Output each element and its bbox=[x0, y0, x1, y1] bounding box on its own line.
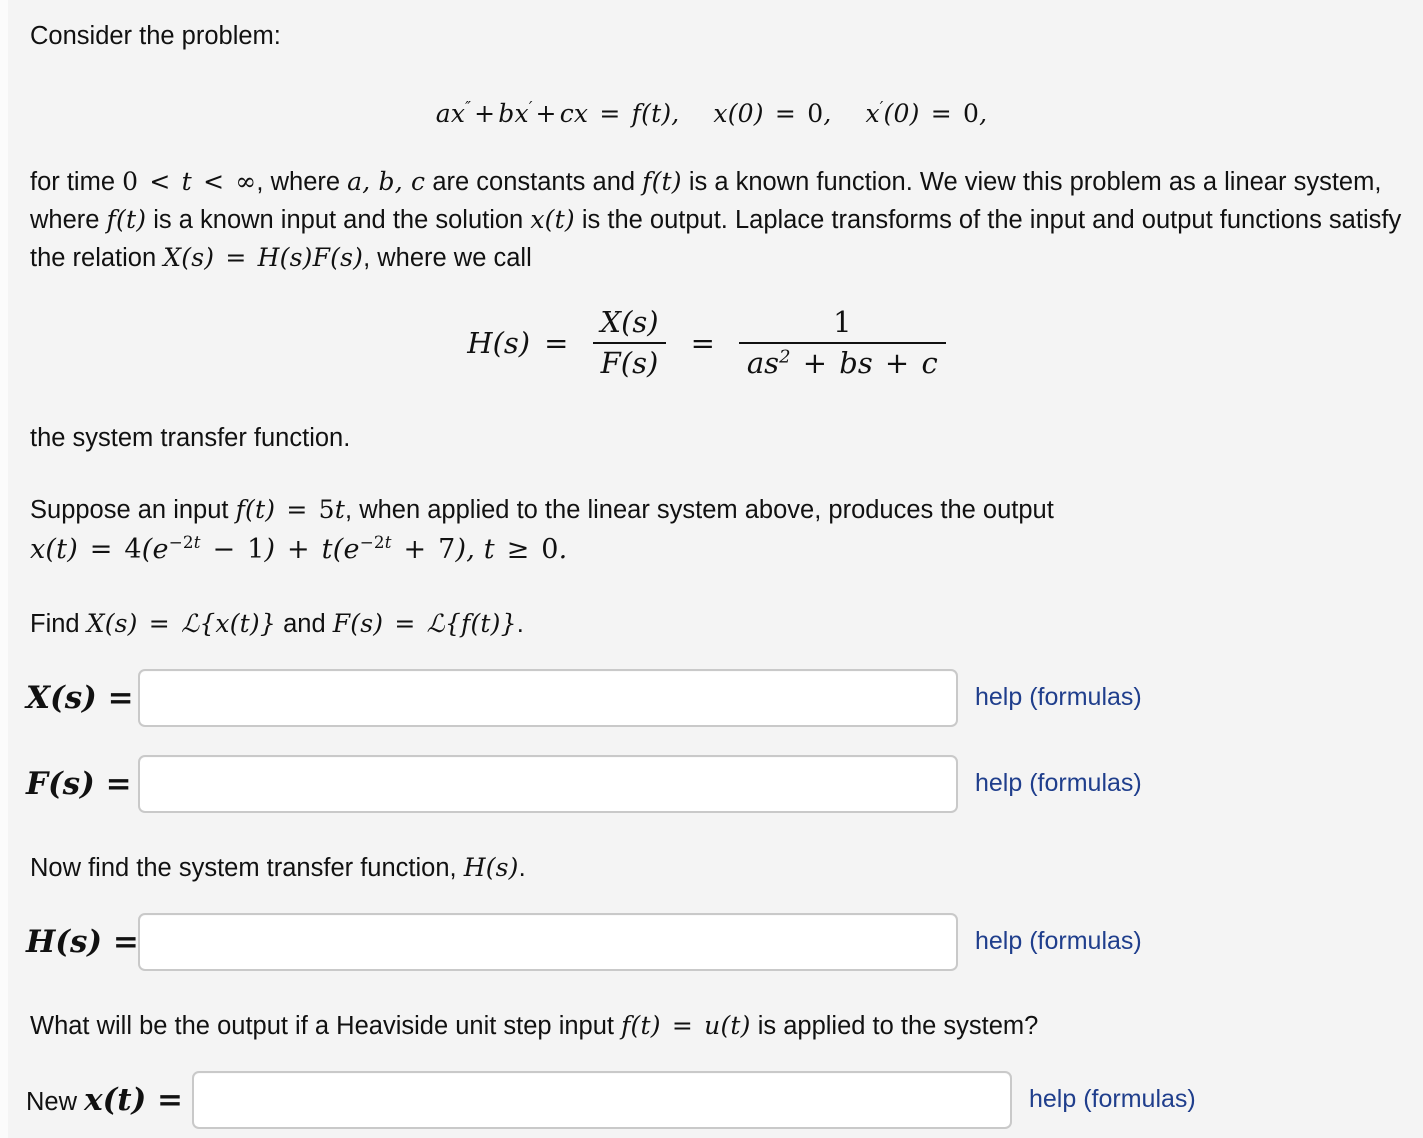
p1-part5: is a known input and the solution bbox=[146, 206, 531, 234]
tf-equals-2: = bbox=[690, 326, 715, 361]
ode-equation: ax″ + bx′ + cx = f(t), x(0) = 0, x′(0) = 0, bbox=[0, 95, 1423, 129]
paragraph-now-find-h: Now find the system transfer function, H… bbox=[0, 849, 1423, 887]
paragraph-output-equation: x(t) = 4(e−2t − 1) + t(e−2t + 7), t ≥ 0. bbox=[0, 531, 1423, 569]
p3-part2: , when applied to the linear system abov… bbox=[345, 495, 1054, 524]
paragraph-find-transforms: Find X(s) = ℒ{x(t)} and F(s) = ℒ{f(t)}. bbox=[0, 605, 1423, 643]
p6-part2: is applied to the system? bbox=[750, 1011, 1039, 1040]
answer-label-x-of-s: X(s) = bbox=[26, 680, 138, 716]
help-link-h-of-s[interactable]: help (formulas) bbox=[975, 927, 1142, 956]
problem-content: Consider the problem: ax″ + bx′ + cx = f(t),… bbox=[0, 0, 1423, 1129]
answer-label-f-of-s: F(s) = bbox=[26, 766, 138, 802]
tf-fraction-2-numerator: 1 bbox=[833, 305, 852, 339]
tf-fraction-1-denominator: F(s) bbox=[592, 341, 667, 380]
p1-known-function: f(t) bbox=[642, 167, 682, 196]
tf-fraction-1-numerator: X(s) bbox=[600, 305, 659, 339]
p4-f-transform: F(s) = ℒ{f(t)} bbox=[332, 608, 517, 638]
lead-label: Consider the problem: bbox=[30, 22, 281, 50]
p3-output-equation: x(t) = 4(e−2t − 1) + t(e−2t + 7), t ≥ 0. bbox=[30, 531, 568, 565]
help-link-f-of-s[interactable]: help (formulas) bbox=[975, 769, 1142, 798]
ode-lhs: ax″ + bx′ + cx = f(t), bbox=[435, 98, 680, 128]
p2-text: the system transfer function. bbox=[30, 423, 351, 452]
answer-label-h-of-s: H(s) = bbox=[26, 923, 139, 960]
transfer-function-equation: H(s) = X(s) F(s) = 1 as2 + bs + c bbox=[0, 305, 1423, 380]
answer-label-x-of-s-text: X(s) = bbox=[26, 679, 134, 716]
answer-label-new-x-of-t-text: x(t) = bbox=[84, 1081, 184, 1118]
answer-label-h-of-s-text: H(s) = bbox=[26, 923, 139, 960]
p1-constants: a, b, c bbox=[347, 167, 426, 196]
lead-text: Consider the problem: bbox=[0, 18, 1423, 55]
answer-row-x-of-s: X(s) = help (formulas) bbox=[0, 668, 1423, 727]
tf-fraction-2: 1 as2 + bs + c bbox=[738, 305, 946, 380]
p4-x-transform: X(s) = ℒ{x(t)} bbox=[86, 608, 276, 638]
ode-ic1: x(0) = 0, bbox=[713, 99, 832, 128]
p1-output-function: x(t) bbox=[530, 205, 575, 234]
p1-part3: are constants and bbox=[425, 168, 643, 196]
p1-part2: , where bbox=[256, 168, 348, 196]
ode-ic2: x′(0) = 0, bbox=[865, 98, 988, 128]
answer-row-f-of-s: F(s) = help (formulas) bbox=[0, 754, 1423, 813]
help-link-new-x-of-t[interactable]: help (formulas) bbox=[1029, 1085, 1196, 1114]
p4-part1: Find bbox=[30, 609, 87, 638]
tf-equals-1: = bbox=[544, 326, 569, 361]
answer-label-new-prefix: New bbox=[26, 1087, 85, 1116]
p3-input: f(t) = 5t bbox=[235, 494, 346, 524]
p1-time-range: 0 < t < ∞ bbox=[122, 167, 257, 196]
answer-label-f-of-s-text: F(s) = bbox=[26, 765, 132, 802]
p6-step-input: f(t) = u(t) bbox=[621, 1010, 751, 1040]
p3-part1: Suppose an input bbox=[30, 495, 236, 524]
input-h-of-s[interactable] bbox=[138, 912, 958, 971]
paragraph-transfer-function-caption: the system transfer function. bbox=[0, 420, 1423, 457]
p4-part2: and bbox=[276, 609, 333, 638]
input-f-of-s[interactable] bbox=[138, 754, 958, 813]
help-link-x-of-s[interactable]: help (formulas) bbox=[975, 683, 1142, 712]
p5-part1: Now find the system transfer function, bbox=[30, 853, 464, 882]
p6-part1: What will be the output if a Heaviside u… bbox=[30, 1011, 622, 1040]
p1-input-function: f(t) bbox=[106, 205, 147, 234]
paragraph-input-output: Suppose an input f(t) = 5t, when applied… bbox=[0, 491, 1423, 529]
paragraph-heaviside-question: What will be the output if a Heaviside u… bbox=[0, 1007, 1423, 1045]
p5-part2: . bbox=[518, 853, 526, 882]
answer-row-h-of-s: H(s) = help (formulas) bbox=[0, 912, 1423, 971]
paragraph-system-description: for time 0 < t < ∞, where a, b, c are co… bbox=[0, 163, 1423, 277]
answer-row-new-x-of-t: New x(t) = help (formulas) bbox=[0, 1070, 1423, 1129]
p1-relation: X(s) = H(s)F(s) bbox=[163, 243, 364, 272]
p1-part1: for time bbox=[30, 168, 123, 196]
answer-label-new-x-of-t: New x(t) = bbox=[26, 1082, 192, 1118]
p5-symbol: H(s) bbox=[463, 852, 519, 882]
tf-lhs: H(s) bbox=[467, 326, 531, 361]
p1-part7: , where we call bbox=[363, 244, 532, 272]
input-x-of-s[interactable] bbox=[138, 668, 958, 727]
tf-fraction-1: X(s) F(s) bbox=[592, 305, 667, 380]
p4-part3: . bbox=[516, 609, 524, 638]
tf-fraction-2-denominator: as2 + bs + c bbox=[738, 341, 946, 380]
input-new-x-of-t[interactable] bbox=[192, 1070, 1012, 1129]
